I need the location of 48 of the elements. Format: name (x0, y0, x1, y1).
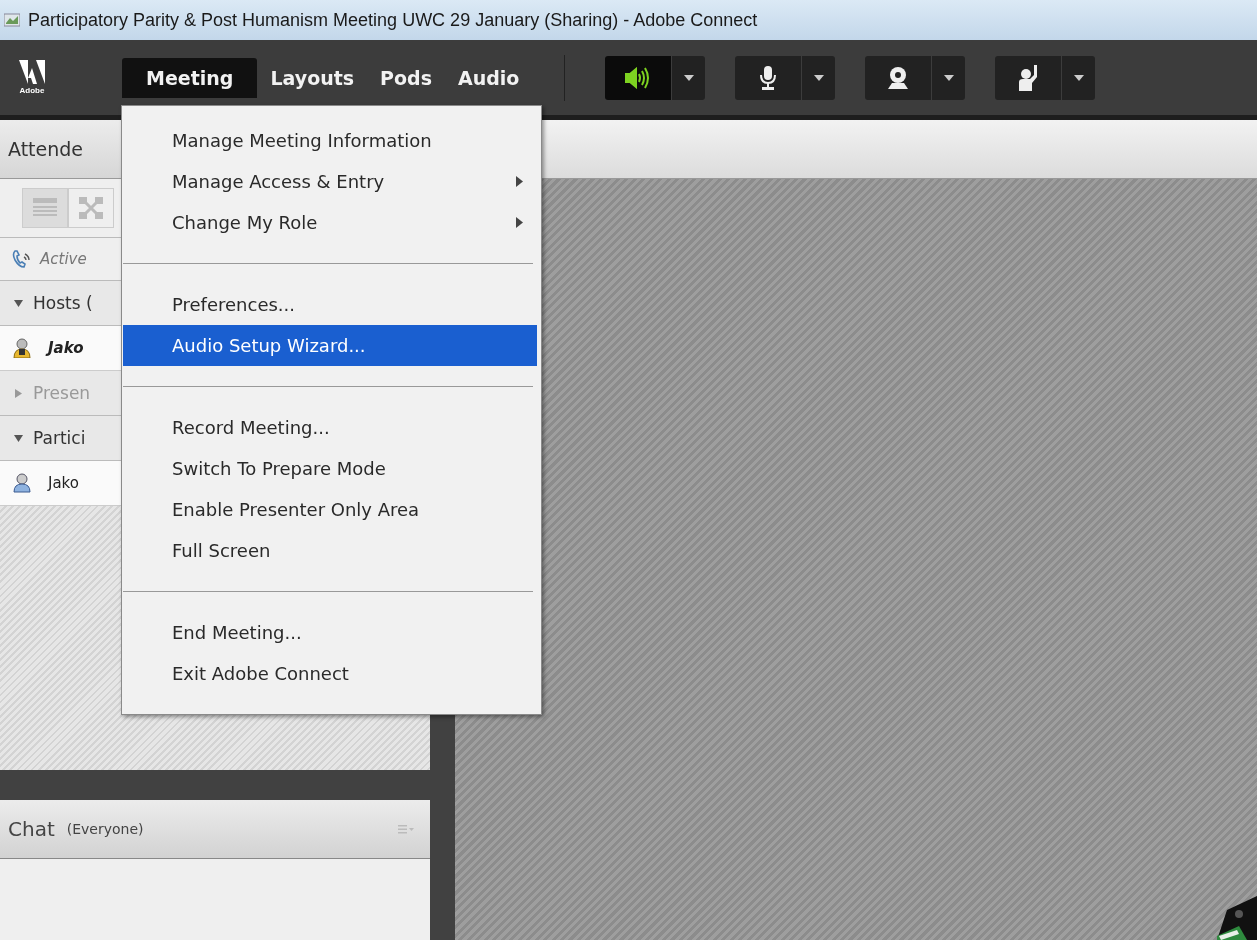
menu-item[interactable]: Audio Setup Wizard... (123, 325, 537, 366)
dropdown-button[interactable] (1062, 55, 1096, 100)
menu-item[interactable]: Full Screen (123, 530, 537, 571)
host-icon (12, 338, 32, 358)
menu-icon (398, 824, 414, 834)
grid-view-button[interactable] (68, 188, 114, 228)
phone-icon (12, 249, 32, 269)
participant-icon (12, 473, 32, 493)
pod-title: Attende (8, 138, 84, 160)
menu-item[interactable]: End Meeting... (123, 612, 537, 653)
expanded-icon (14, 298, 23, 308)
caret-icon (813, 74, 824, 81)
menu-tab[interactable]: Meeting (122, 57, 258, 98)
menu-item[interactable]: Enable Presenter Only Area (123, 489, 537, 530)
window-title: Participatory Parity & Post Humanism Meeting UWC 29 January (Sharing) - Adobe Connect (28, 9, 758, 31)
speaker-icon (625, 66, 652, 89)
menu-item[interactable]: Exit Adobe Connect (123, 653, 537, 694)
caret-icon (683, 74, 694, 81)
raise-hand-button[interactable] (995, 55, 1062, 100)
menu-tab[interactable]: Pods (367, 57, 445, 98)
dropdown-button[interactable] (802, 55, 836, 100)
menu-item[interactable]: Switch To Prepare Mode (123, 448, 537, 489)
menu-item[interactable]: Record Meeting... (123, 407, 537, 448)
grid-icon (79, 197, 103, 219)
pod-title: Chat (8, 817, 55, 841)
caret-icon (1073, 74, 1084, 81)
webcam-button[interactable] (865, 55, 932, 100)
collapsed-icon (14, 388, 23, 398)
menu-item[interactable]: Manage Meeting Information (123, 120, 537, 161)
menu-tab[interactable]: Layouts (257, 57, 368, 98)
dropdown-button[interactable] (672, 55, 706, 100)
list-icon (33, 197, 57, 219)
app-icon (4, 13, 20, 27)
caret-icon (943, 74, 954, 81)
microphone-button[interactable] (735, 55, 802, 100)
menu-tab[interactable]: Audio (445, 57, 533, 98)
webcam-icon (886, 66, 911, 89)
attendee-name: Jako (48, 474, 79, 492)
microphone-icon (759, 65, 778, 90)
speaker-button[interactable] (605, 55, 672, 100)
menu-item[interactable]: Preferences... (123, 284, 537, 325)
chat-scope: (Everyone) (66, 821, 144, 837)
menu-item[interactable]: Manage Access & Entry (123, 161, 537, 202)
adobe-logo: Adobe (0, 37, 84, 118)
menu-item[interactable]: Change My Role (123, 202, 537, 243)
expanded-icon (14, 433, 23, 443)
dropdown-button[interactable] (932, 55, 966, 100)
status-label: Active (40, 250, 87, 268)
